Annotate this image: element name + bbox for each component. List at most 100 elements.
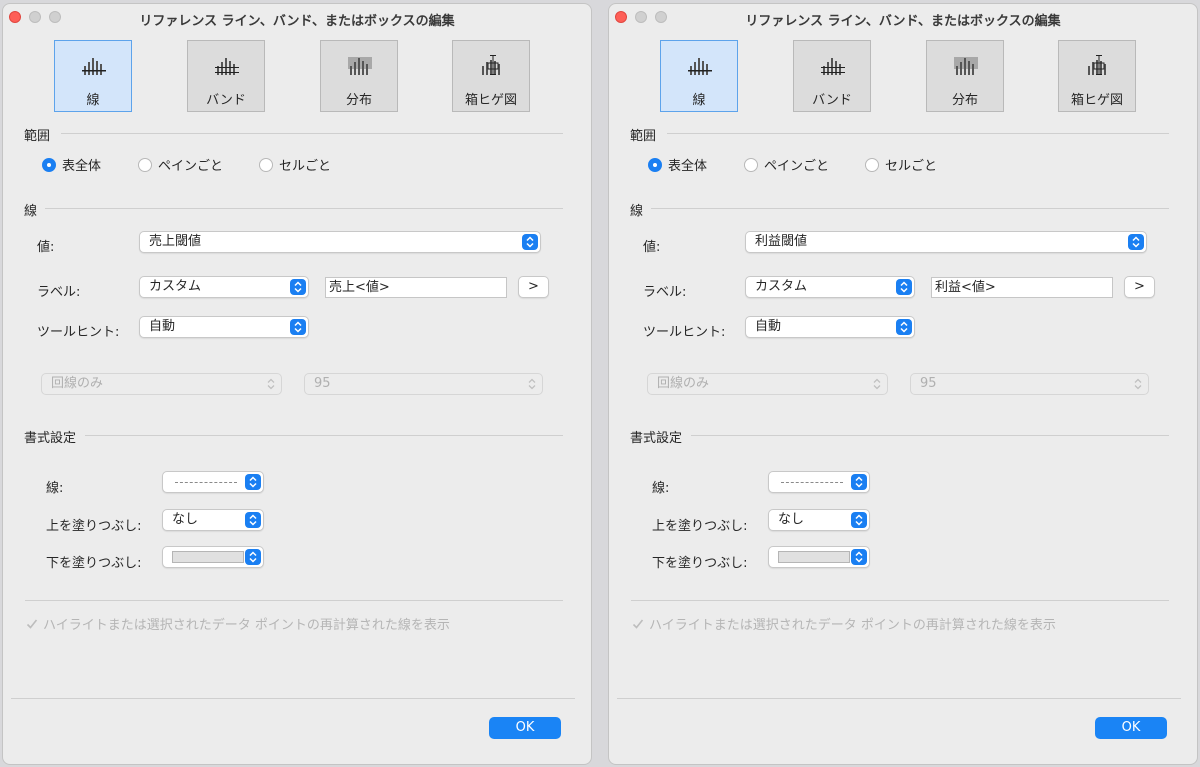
- divider: [631, 600, 1169, 601]
- label-label: ラベル:: [37, 285, 81, 300]
- label-label: ラベル:: [643, 285, 687, 300]
- recalc-line-checkbox-label: ハイライトまたは選択されたデータ ポイントの再計算された線を表示: [43, 618, 450, 633]
- fill-below-select[interactable]: [768, 546, 870, 568]
- line-heading: 線: [24, 204, 38, 219]
- distribution-chart-icon: [348, 57, 372, 75]
- value-label: 値:: [37, 240, 55, 255]
- fill-color-swatch: [778, 551, 850, 563]
- value-select[interactable]: 利益閾値: [745, 231, 1147, 253]
- title-bar: リファレンス ライン、バンド、またはボックスの編集: [609, 4, 1197, 32]
- updown-chevron-icon: [290, 279, 306, 295]
- fill-above-select[interactable]: なし: [162, 509, 264, 531]
- fill-above-select[interactable]: なし: [768, 509, 870, 531]
- band-chart-icon: [215, 58, 239, 75]
- radio-label: ペインごと: [764, 159, 830, 174]
- tooltip-label: ツールヒント:: [643, 325, 726, 340]
- dashed-line-preview: [175, 482, 237, 483]
- tooltip-select-text: 自動: [755, 319, 782, 334]
- fill-below-select[interactable]: [162, 546, 264, 568]
- type-button-line[interactable]: 線: [660, 40, 738, 112]
- updown-chevron-icon: [851, 512, 867, 528]
- type-button-band[interactable]: バンド: [793, 40, 871, 112]
- fill-above-label: 上を塗りつぶし:: [46, 519, 142, 534]
- value-select[interactable]: 売上閾値: [139, 231, 541, 253]
- disabled-select-text: 95: [920, 376, 937, 391]
- disabled-select-text: 95: [314, 376, 331, 391]
- updown-chevron-icon: [1130, 376, 1146, 392]
- tooltip-select[interactable]: 自動: [139, 316, 309, 338]
- updown-chevron-icon: [896, 279, 912, 295]
- type-button-box-plot[interactable]: 箱ヒゲ図: [452, 40, 530, 112]
- label-text-input[interactable]: 利益<値>: [931, 277, 1113, 298]
- format-line-label: 線:: [46, 481, 64, 496]
- updown-chevron-icon: [869, 376, 885, 392]
- label-select[interactable]: カスタム: [139, 276, 309, 298]
- type-button-label: 線: [692, 93, 706, 108]
- insert-field-button[interactable]: >: [518, 276, 549, 298]
- tooltip-select[interactable]: 自動: [745, 316, 915, 338]
- type-button-label: 線: [86, 93, 100, 108]
- type-button-distribution[interactable]: 分布: [320, 40, 398, 112]
- updown-chevron-icon: [1128, 234, 1144, 250]
- divider: [61, 133, 563, 134]
- radio-label: 表全体: [668, 159, 708, 174]
- divider: [691, 435, 1169, 436]
- insert-field-button[interactable]: >: [1124, 276, 1155, 298]
- fill-above-text: なし: [172, 512, 199, 527]
- value-label: 値:: [643, 240, 661, 255]
- radio-dot: [744, 157, 758, 172]
- label-select[interactable]: カスタム: [745, 276, 915, 298]
- divider: [45, 208, 563, 209]
- updown-chevron-icon: [245, 549, 261, 565]
- radio-scope-pane[interactable]: ペインごと: [744, 155, 829, 174]
- dialog-window-sales: リファレンス ライン、バンド、またはボックスの編集 線 バンド 分布 箱ヒゲ図 …: [2, 3, 592, 765]
- divider: [617, 698, 1181, 699]
- line-style-select[interactable]: [162, 471, 264, 493]
- fill-above-label: 上を塗りつぶし:: [652, 519, 748, 534]
- line-style-select[interactable]: [768, 471, 870, 493]
- confidence-select-disabled: 95: [910, 373, 1149, 395]
- fill-below-label: 下を塗りつぶし:: [652, 556, 748, 571]
- updown-chevron-icon: [290, 319, 306, 335]
- type-button-line[interactable]: 線: [54, 40, 132, 112]
- updown-chevron-icon: [851, 474, 867, 490]
- type-button-box-plot[interactable]: 箱ヒゲ図: [1058, 40, 1136, 112]
- line-scope-select-disabled: 回線のみ: [41, 373, 282, 395]
- radio-dot: [259, 157, 273, 172]
- box-plot-icon: [482, 55, 500, 75]
- updown-chevron-icon: [263, 376, 279, 392]
- updown-chevron-icon: [851, 549, 867, 565]
- recalc-line-checkbox: ハイライトまたは選択されたデータ ポイントの再計算された線を表示: [631, 614, 1056, 633]
- ok-button[interactable]: OK: [1095, 717, 1167, 739]
- ok-button[interactable]: OK: [489, 717, 561, 739]
- format-heading: 書式設定: [24, 431, 77, 446]
- window-title: リファレンス ライン、バンド、またはボックスの編集: [139, 14, 455, 29]
- radio-scope-table[interactable]: 表全体: [42, 155, 101, 174]
- radio-scope-pane[interactable]: ペインごと: [138, 155, 223, 174]
- dashed-line-preview: [781, 482, 843, 483]
- divider: [667, 133, 1169, 134]
- label-select-text: カスタム: [149, 279, 202, 294]
- line-chart-icon: [688, 58, 712, 75]
- radio-scope-cell[interactable]: セルごと: [865, 155, 937, 174]
- type-button-label: 箱ヒゲ図: [1070, 93, 1123, 108]
- divider: [651, 208, 1169, 209]
- radio-label: セルごと: [279, 159, 332, 174]
- type-button-label: バンド: [812, 93, 852, 108]
- tooltip-select-text: 自動: [149, 319, 176, 334]
- radio-dot: [42, 157, 56, 172]
- label-text-input[interactable]: 売上<値>: [325, 277, 507, 298]
- updown-chevron-icon: [896, 319, 912, 335]
- band-chart-icon: [821, 58, 845, 75]
- divider: [11, 698, 575, 699]
- scope-heading: 範囲: [24, 129, 51, 144]
- value-select-text: 売上閾値: [149, 234, 202, 249]
- radio-scope-table[interactable]: 表全体: [648, 155, 707, 174]
- fill-below-label: 下を塗りつぶし:: [46, 556, 142, 571]
- type-button-band[interactable]: バンド: [187, 40, 265, 112]
- label-select-text: カスタム: [755, 279, 808, 294]
- radio-scope-cell[interactable]: セルごと: [259, 155, 331, 174]
- radio-label: セルごと: [885, 159, 938, 174]
- type-button-distribution[interactable]: 分布: [926, 40, 1004, 112]
- type-button-label: 箱ヒゲ図: [464, 93, 517, 108]
